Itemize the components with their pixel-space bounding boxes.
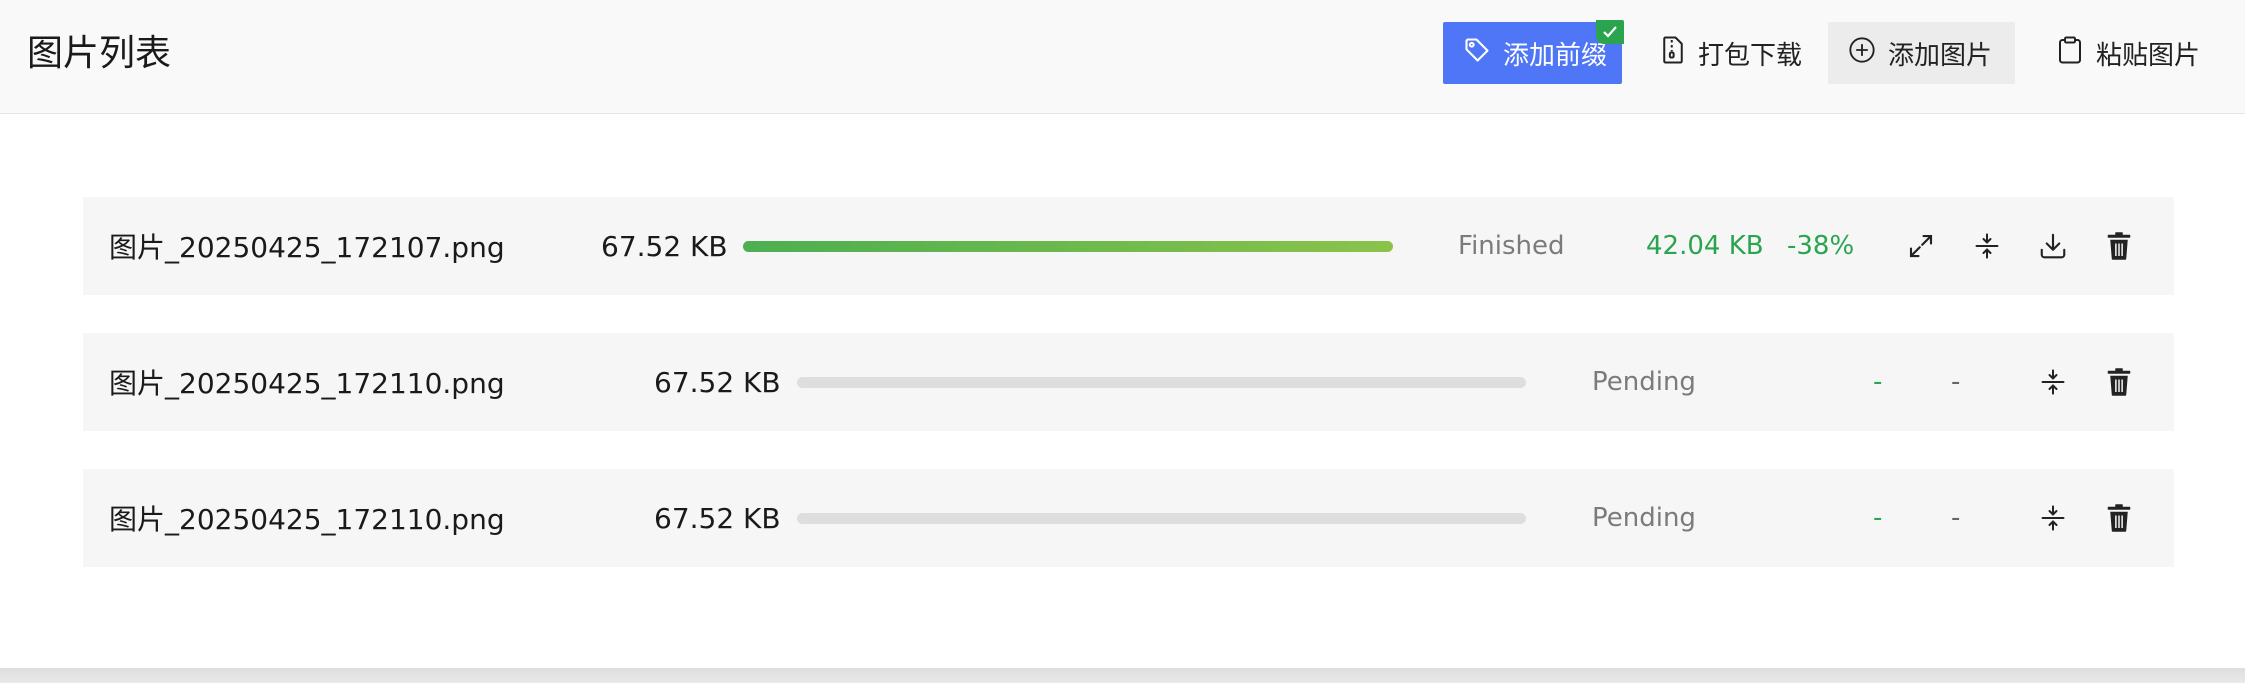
- add-image-label: 添加图片: [1888, 40, 1993, 71]
- status-text: Finished: [1458, 231, 1565, 261]
- compressed-size: 42.04 KB: [1646, 231, 1764, 261]
- paste-image-button[interactable]: 粘贴图片: [2036, 22, 2226, 84]
- add-prefix-button[interactable]: 添加前缀: [1443, 20, 1624, 84]
- trash-icon[interactable]: [2101, 364, 2137, 400]
- compress-icon[interactable]: [1969, 228, 2005, 264]
- compressed-size: -: [1873, 367, 1883, 397]
- tag-icon: [1463, 36, 1491, 71]
- add-image-button[interactable]: 添加图片: [1828, 22, 2015, 84]
- compress-icon[interactable]: [2035, 364, 2071, 400]
- compression-ratio: -38%: [1787, 231, 1855, 261]
- file-name: 图片_20250425_172107.png: [109, 231, 505, 264]
- trash-icon[interactable]: [2101, 500, 2137, 536]
- zip-file-icon: [1660, 35, 1686, 72]
- progress-bar: [797, 377, 1526, 388]
- plus-circle-icon: [1848, 36, 1876, 71]
- compressed-size: -: [1873, 503, 1883, 533]
- progress-bar: [743, 241, 1393, 252]
- trash-icon[interactable]: [2101, 228, 2137, 264]
- file-size: 67.52 KB: [654, 501, 781, 535]
- progress-bar: [797, 513, 1526, 524]
- list-item: 图片_20250425_172110.png 67.52 KB Pending …: [83, 333, 2174, 431]
- zip-download-label: 打包下载: [1698, 40, 1803, 71]
- check-icon: [1596, 20, 1624, 44]
- paste-image-label: 粘贴图片: [2096, 40, 2201, 71]
- bottom-divider: [0, 668, 2245, 683]
- compression-ratio: -: [1951, 503, 1961, 533]
- list-item: 图片_20250425_172110.png 67.52 KB Pending …: [83, 469, 2174, 567]
- clipboard-icon: [2056, 35, 2084, 72]
- progress-fill: [743, 241, 1393, 252]
- add-prefix-label: 添加前缀: [1503, 40, 1608, 71]
- header-bar: 图片列表 添加前缀 打包下载 添加图片 粘贴图片: [0, 0, 2245, 114]
- status-text: Pending: [1592, 367, 1696, 397]
- zip-download-button[interactable]: 打包下载: [1640, 22, 1805, 84]
- file-size: 67.52 KB: [654, 365, 781, 399]
- compress-icon[interactable]: [2035, 500, 2071, 536]
- file-name: 图片_20250425_172110.png: [109, 367, 505, 400]
- download-icon[interactable]: [2035, 228, 2071, 264]
- file-size: 67.52 KB: [601, 229, 728, 263]
- compression-ratio: -: [1951, 367, 1961, 397]
- expand-icon[interactable]: [1903, 228, 1939, 264]
- status-text: Pending: [1592, 503, 1696, 533]
- list-item: 图片_20250425_172107.png 67.52 KB Finished…: [83, 197, 2174, 295]
- page-title: 图片列表: [27, 33, 172, 74]
- file-name: 图片_20250425_172110.png: [109, 503, 505, 536]
